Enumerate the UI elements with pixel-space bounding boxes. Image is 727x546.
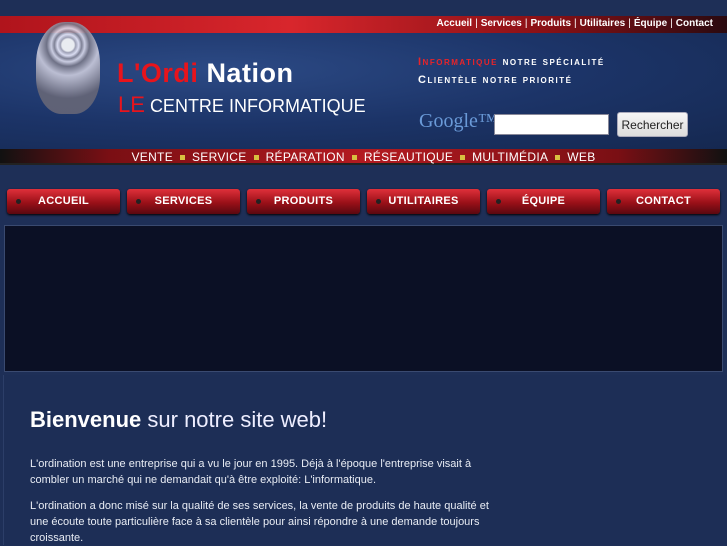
search-input[interactable]	[494, 114, 609, 135]
bullet-icon	[136, 199, 141, 204]
nav-contact[interactable]: CONTACT	[607, 189, 720, 214]
strip-item: WEB	[567, 150, 596, 164]
intro-paragraph-2: L'ordination a donc misé sur la qualité …	[30, 500, 489, 544]
banner-area	[4, 225, 723, 372]
logo-sub-b: CENTRE INFORMATIQUE	[149, 96, 366, 116]
bullet-icon	[16, 199, 21, 204]
services-strip: VENTE SERVICE RÉPARATION RÉSEAUTIQUE MULTIMÉ…	[0, 149, 727, 165]
logo-title-b: Nation	[206, 58, 294, 88]
bullet-icon	[555, 155, 561, 161]
slogan-line-2: Clientèle notre priorité	[418, 74, 573, 86]
nav-produits[interactable]: PRODUITS	[247, 189, 360, 214]
logo-sub-a: LE	[118, 92, 145, 117]
logo-head-icon	[36, 22, 100, 114]
bullet-icon	[616, 199, 621, 204]
nav-label: SERVICES	[154, 195, 213, 207]
search-button[interactable]: Rechercher	[617, 112, 688, 137]
strip-item: SERVICE	[192, 150, 247, 164]
nav-accueil[interactable]: ACCUEIL	[7, 189, 120, 214]
welcome-heading: Bienvenue sur notre site web!	[30, 407, 327, 433]
nav-label: CONTACT	[635, 195, 692, 207]
slogan-rest: notre spécialité	[502, 56, 605, 68]
bullet-icon	[496, 199, 501, 204]
welcome-bold: Bienvenue	[30, 407, 142, 432]
logo-title[interactable]: L'Ordi Nation	[117, 58, 293, 89]
slogan-line-1: Informatique notre spécialité	[418, 56, 605, 68]
bullet-icon	[351, 155, 357, 161]
top-link-produits[interactable]: Produits	[530, 18, 571, 29]
logo-subtitle: LE CENTRE INFORMATIQUE	[118, 92, 366, 118]
separator: |	[574, 18, 577, 29]
top-bar: Accueil | Services | Produits | Utilitaires | Éq…	[0, 16, 727, 33]
strip-item: RÉSEAUTIQUE	[363, 150, 454, 164]
nav-equipe[interactable]: ÉQUIPE	[487, 189, 600, 214]
nav-label: ÉQUIPE	[521, 195, 566, 207]
nav-label: ACCUEIL	[38, 195, 89, 207]
welcome-rest: sur notre site web!	[147, 407, 328, 432]
separator: |	[628, 18, 631, 29]
bullet-icon	[253, 155, 259, 161]
top-link-contact[interactable]: Contact	[676, 18, 713, 29]
nav-label: UTILITAIRES	[388, 195, 459, 207]
bullet-icon	[376, 199, 381, 204]
top-link-utilitaires[interactable]: Utilitaires	[580, 18, 626, 29]
google-logo: Google™	[419, 110, 498, 132]
top-links: Accueil | Services | Produits | Utilitaires | Éq…	[437, 18, 714, 29]
top-link-accueil[interactable]: Accueil	[437, 18, 473, 29]
bullet-icon	[180, 155, 185, 161]
separator: |	[524, 18, 528, 29]
site-header: Accueil | Services | Produits | Utilitaires | Éq…	[0, 16, 727, 149]
bullet-icon	[256, 199, 261, 204]
nav-label: PRODUITS	[273, 195, 334, 207]
nav-utilitaires[interactable]: UTILITAIRES	[367, 189, 480, 214]
logo-title-a: L'Ordi	[117, 58, 199, 88]
top-link-services[interactable]: Services	[481, 18, 522, 29]
nav-services[interactable]: SERVICES	[127, 189, 240, 214]
separator: |	[670, 18, 673, 29]
intro-paragraph-1: L'ordination est une entreprise qui a vu…	[30, 458, 472, 486]
bullet-icon	[460, 155, 466, 161]
strip-item: MULTIMÉDIA	[472, 150, 549, 164]
slogan-highlight: Informatique	[418, 56, 499, 68]
main-content: Bienvenue sur notre site web! L'ordinati…	[3, 375, 727, 545]
strip-item: VENTE	[131, 150, 173, 164]
separator: |	[475, 18, 478, 29]
top-link-equipe[interactable]: Équipe	[634, 18, 667, 29]
strip-item: RÉPARATION	[265, 150, 345, 164]
